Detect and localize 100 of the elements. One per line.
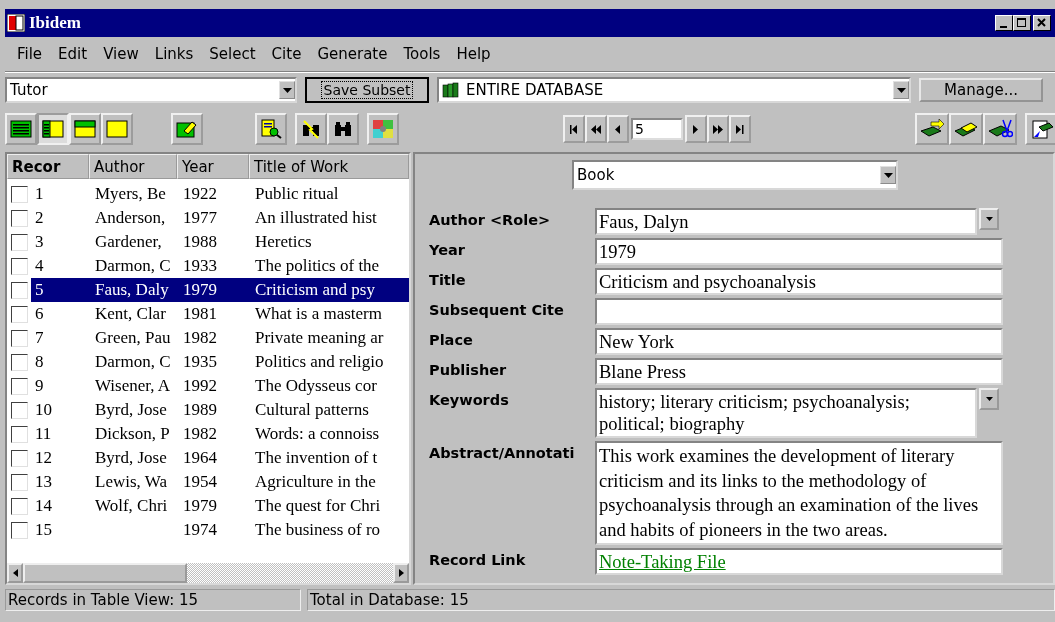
- caret-icon: [282, 87, 292, 93]
- books-icon[interactable]: [949, 113, 983, 145]
- checkbox[interactable]: [11, 401, 28, 419]
- table-row[interactable]: 3 Gardener, 1988 Heretics: [7, 230, 409, 254]
- left-triangle-icon: [12, 569, 18, 577]
- maximize-button[interactable]: [1013, 15, 1031, 31]
- view-layout-button[interactable]: [37, 113, 69, 145]
- status-bar-panel: Total in Database: 15: [307, 589, 1055, 611]
- document-book-icon[interactable]: [1025, 113, 1055, 145]
- checkbox[interactable]: [11, 473, 28, 491]
- dropdown-arrow-button[interactable]: [979, 388, 999, 410]
- fast-forward-button[interactable]: [707, 115, 729, 143]
- next-record-button[interactable]: [685, 115, 707, 143]
- column-header[interactable]: Year: [177, 154, 249, 179]
- close-icon: [1037, 18, 1047, 28]
- minimize-button[interactable]: [995, 15, 1013, 31]
- checkbox[interactable]: [11, 329, 28, 347]
- table-cell-text: Agriculture in the: [254, 471, 377, 493]
- table-row[interactable]: 11 Dickson, P 1982 Words: a connoiss: [7, 422, 409, 446]
- table-row[interactable]: 14 Wolf, Chri 1979 The quest for Chri: [7, 494, 409, 518]
- table-cell-text: 3: [34, 231, 45, 253]
- table-cell-text: 9: [34, 375, 45, 397]
- table-cell-text: 1974: [182, 519, 218, 541]
- checkbox[interactable]: [11, 233, 28, 251]
- checkbox[interactable]: [11, 257, 28, 275]
- fast-forward-icon: [713, 124, 723, 134]
- horizontal-scrollbar[interactable]: [7, 563, 409, 583]
- menu-item[interactable]: Help: [448, 45, 499, 63]
- menu-item[interactable]: Select: [201, 45, 264, 63]
- first-record-button[interactable]: [563, 115, 585, 143]
- menu-item[interactable]: Links: [146, 45, 202, 63]
- column-header[interactable]: Recor: [7, 154, 89, 179]
- checkbox[interactable]: [11, 185, 28, 203]
- view-layout-button[interactable]: [5, 113, 37, 145]
- text-field[interactable]: Criticism and psychoanalysis: [595, 268, 1003, 295]
- checkbox[interactable]: [11, 497, 28, 515]
- book-scissors-icon[interactable]: [983, 113, 1017, 145]
- binoculars-lightning-icon[interactable]: [295, 113, 327, 145]
- table-row[interactable]: 1 Myers, Be 1922 Public ritual: [7, 182, 409, 206]
- binoculars-icon[interactable]: [327, 113, 359, 145]
- caret-icon: [985, 217, 993, 221]
- database-dropdown[interactable]: Tutor: [5, 77, 297, 103]
- checkbox[interactable]: [11, 377, 28, 395]
- table-row[interactable]: 12 Byrd, Jose 1964 The invention of t: [7, 446, 409, 470]
- fast-back-button[interactable]: [585, 115, 607, 143]
- field-label: Author <Role>: [429, 211, 552, 228]
- checkbox[interactable]: [11, 425, 28, 443]
- checkbox[interactable]: [11, 449, 28, 467]
- checkbox[interactable]: [11, 353, 28, 371]
- menu-item[interactable]: Tools: [395, 45, 449, 63]
- menu-item[interactable]: View: [95, 45, 147, 63]
- table-row[interactable]: 4 Darmon, C 1933 The politics of the: [7, 254, 409, 278]
- table-row[interactable]: 5 Faus, Daly 1979 Criticism and psy: [7, 278, 409, 302]
- table-row[interactable]: 9 Wisener, A 1992 The Odysseus cor: [7, 374, 409, 398]
- field-label: Keywords: [429, 391, 510, 408]
- edit-record-icon[interactable]: [171, 113, 203, 145]
- column-header[interactable]: Title of Work: [249, 154, 409, 179]
- manage-button[interactable]: Manage...: [919, 78, 1043, 102]
- table-cell-text: Politics and religio: [254, 351, 385, 373]
- text-field[interactable]: 1979: [595, 238, 1003, 265]
- menu-item[interactable]: Edit: [50, 45, 96, 63]
- text-field[interactable]: [595, 298, 1003, 325]
- previous-record-button[interactable]: [607, 115, 629, 143]
- checkbox[interactable]: [11, 305, 28, 323]
- column-header[interactable]: Author: [89, 154, 177, 179]
- table-row[interactable]: 6 Kent, Clar 1981 What is a masterm: [7, 302, 409, 326]
- close-button[interactable]: [1033, 15, 1051, 31]
- menu-item[interactable]: Generate: [309, 45, 396, 63]
- keywords-field[interactable]: history; literary criticism; psychoanalysis; political; biography: [595, 388, 977, 438]
- table-cell-text: 14: [34, 495, 53, 517]
- search-document-icon[interactable]: [255, 113, 287, 145]
- author-field[interactable]: Faus, Dalyn: [595, 208, 977, 235]
- table-cell-text: 1992: [182, 375, 218, 397]
- table-row[interactable]: 7 Green, Pau 1982 Private meaning ar: [7, 326, 409, 350]
- puzzle-icon[interactable]: [367, 113, 399, 145]
- checkbox[interactable]: [11, 521, 28, 539]
- table-cell-text: 10: [34, 399, 53, 421]
- subset-dropdown[interactable]: ENTIRE DATABASE: [437, 77, 911, 103]
- table-row[interactable]: 13 Lewis, Wa 1954 Agriculture in the: [7, 470, 409, 494]
- dropdown-arrow-button[interactable]: [979, 208, 999, 230]
- checkbox[interactable]: [11, 281, 28, 299]
- caret-icon: [985, 397, 993, 401]
- record-number-field[interactable]: 5: [631, 118, 683, 140]
- table-cell-text: What is a masterm: [254, 303, 383, 325]
- abstract-field[interactable]: This work examines the development of literary criticism and its links to the methodology of psychoanalysis through an examination of the lives and habits of pioneers in the two areas.: [595, 441, 1003, 545]
- last-record-button[interactable]: [729, 115, 751, 143]
- table-row[interactable]: 10 Byrd, Jose 1989 Cultural patterns: [7, 398, 409, 422]
- table-cell-text: 1982: [182, 423, 218, 445]
- record-type-dropdown[interactable]: Book: [572, 160, 898, 190]
- menu-item[interactable]: File: [9, 45, 51, 63]
- text-field[interactable]: Blane Press: [595, 358, 1003, 385]
- menu-item[interactable]: Cite: [263, 45, 310, 63]
- table-cell: 5: [31, 278, 91, 302]
- save-subset-button[interactable]: Save Subset: [305, 77, 429, 103]
- view-layout-button[interactable]: [69, 113, 101, 145]
- table-row[interactable]: 8 Darmon, C 1935 Politics and religio: [7, 350, 409, 374]
- checkbox[interactable]: [11, 209, 28, 227]
- table-row[interactable]: 2 Anderson, 1977 An illustrated hist: [7, 206, 409, 230]
- text-field[interactable]: New York: [595, 328, 1003, 355]
- table-row[interactable]: 15 1974 The business of ro: [7, 518, 409, 542]
